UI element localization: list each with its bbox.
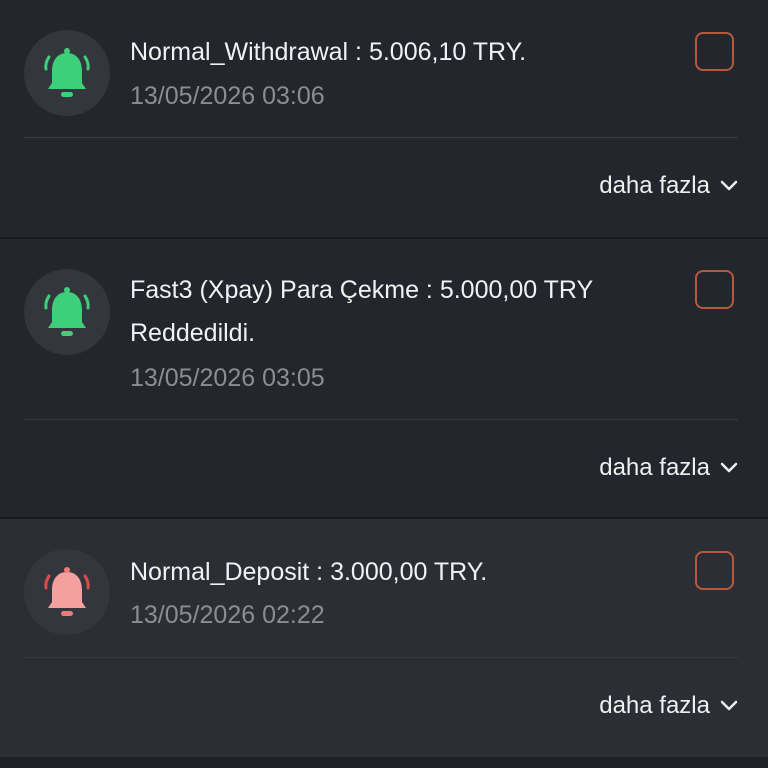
chevron-down-icon (720, 180, 738, 191)
chevron-down-icon (720, 700, 738, 711)
notification-card: Fast3 (Xpay) Para Çekme : 5.000,00 TRY R… (0, 239, 768, 517)
notification-title: Normal_Withdrawal : 5.006,10 TRY. (130, 38, 527, 66)
notification-title: Normal_Deposit : 3.000,00 TRY. (130, 558, 488, 586)
more-button[interactable]: daha fazla (599, 171, 738, 201)
bell-icon (44, 287, 90, 336)
notification-title: Fast3 (Xpay) Para Çekme : 5.000,00 TRY R… (130, 276, 593, 347)
chevron-down-icon (720, 462, 738, 473)
divider (24, 657, 738, 658)
notification-timestamp: 13/05/2026 03:06 (130, 82, 325, 110)
notification-avatar (24, 30, 110, 116)
more-button[interactable]: daha fazla (599, 691, 738, 721)
select-checkbox[interactable] (695, 32, 734, 71)
bell-icon (44, 48, 90, 97)
notification-card: Normal_Deposit : 3.000,00 TRY. 13/05/202… (0, 519, 768, 757)
select-checkbox[interactable] (695, 551, 734, 590)
notification-timestamp: 13/05/2026 02:22 (130, 601, 325, 629)
notification-timestamp: 13/05/2026 03:05 (130, 364, 325, 392)
notification-avatar (24, 549, 110, 635)
more-label: daha fazla (599, 454, 710, 481)
more-label: daha fazla (599, 692, 710, 719)
more-label: daha fazla (599, 172, 710, 199)
bell-icon (44, 567, 90, 616)
more-button[interactable]: daha fazla (599, 453, 738, 483)
divider (24, 137, 738, 138)
select-checkbox[interactable] (695, 270, 734, 309)
notification-card: Normal_Withdrawal : 5.006,10 TRY. 13/05/… (0, 0, 768, 237)
notification-list: Normal_Withdrawal : 5.006,10 TRY. 13/05/… (0, 0, 768, 768)
notification-avatar (24, 269, 110, 355)
divider (24, 419, 738, 420)
